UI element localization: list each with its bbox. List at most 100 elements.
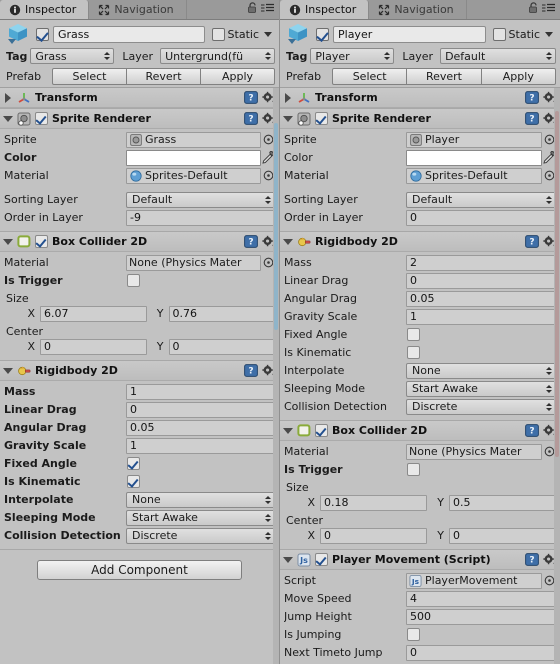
lock-icon[interactable] [528, 2, 539, 17]
tag-dropdown[interactable]: Grass [30, 48, 115, 64]
layer-dropdown[interactable]: Default [440, 48, 556, 64]
hamburger-menu-icon[interactable] [261, 3, 275, 16]
field-input[interactable]: 0 [406, 209, 556, 226]
static-checkbox[interactable] [492, 27, 506, 41]
object-name-field[interactable]: Grass [53, 25, 205, 43]
scrollbar-thumb[interactable] [555, 111, 559, 457]
component-header[interactable]: Sprite Renderer? [0, 109, 279, 129]
tab-navigation[interactable]: Navigation [369, 0, 467, 19]
component-header[interactable]: Rigidbody 2D? [280, 232, 560, 252]
field-checkbox[interactable] [407, 328, 420, 341]
object-enabled-checkbox[interactable] [36, 27, 49, 41]
field-dropdown[interactable]: Start Awake [126, 509, 275, 526]
color-swatch-field[interactable] [126, 149, 261, 166]
foldout-expanded-icon[interactable] [3, 367, 13, 374]
field-dropdown[interactable]: Discrete [406, 398, 556, 415]
y-input[interactable]: 0.5 [449, 494, 556, 511]
object-reference-field[interactable]: None (Physics Mater [126, 254, 261, 271]
field-input[interactable]: 1 [406, 308, 556, 325]
object-enabled-checkbox[interactable] [316, 27, 329, 41]
prefab-revert-button[interactable]: Revert [407, 67, 482, 85]
help-icon[interactable]: ? [525, 112, 539, 126]
field-dropdown[interactable]: Start Awake [406, 380, 556, 397]
field-input[interactable]: 0 [406, 644, 556, 661]
help-icon[interactable]: ? [525, 235, 539, 249]
help-icon[interactable]: ? [244, 112, 258, 126]
component-header[interactable]: Box Collider 2D? [0, 232, 279, 252]
field-input[interactable]: 500 [406, 608, 556, 625]
vertical-scrollbar[interactable] [554, 88, 560, 664]
foldout-expanded-icon[interactable] [283, 115, 293, 122]
scrollbar-thumb[interactable] [274, 122, 278, 330]
static-dropdown-caret[interactable] [545, 31, 553, 37]
help-icon[interactable]: ? [525, 424, 539, 438]
prefab-select-button[interactable]: Select [332, 67, 408, 85]
tab-navigation[interactable]: Navigation [89, 0, 187, 19]
field-input[interactable]: 1 [126, 383, 275, 400]
object-reference-field[interactable]: Js PlayerMovement [406, 572, 542, 589]
field-checkbox[interactable] [127, 457, 140, 470]
component-header[interactable]: Transform? [280, 88, 560, 108]
field-dropdown[interactable]: None [126, 491, 275, 508]
x-input[interactable]: 6.07 [40, 305, 147, 322]
field-input[interactable]: 4 [406, 590, 556, 607]
add-component-button[interactable]: Add Component [37, 560, 242, 580]
prefab-apply-button[interactable]: Apply [481, 67, 556, 85]
field-input[interactable]: 0 [406, 272, 556, 289]
field-dropdown[interactable]: Discrete [126, 527, 275, 544]
field-input[interactable]: 1 [126, 437, 275, 454]
foldout-expanded-icon[interactable] [283, 238, 293, 245]
static-checkbox[interactable] [211, 27, 225, 41]
field-checkbox[interactable] [127, 475, 140, 488]
field-dropdown[interactable]: Default [126, 191, 275, 208]
field-dropdown[interactable]: None [406, 362, 556, 379]
field-checkbox[interactable] [407, 628, 420, 641]
field-checkbox[interactable] [407, 346, 420, 359]
hamburger-menu-icon[interactable] [542, 3, 556, 16]
x-input[interactable]: 0 [40, 338, 147, 355]
component-enabled-checkbox[interactable] [35, 112, 48, 125]
x-input[interactable]: 0.18 [320, 494, 427, 511]
object-reference-field[interactable]: Grass [126, 131, 261, 148]
object-reference-field[interactable]: None (Physics Mater [406, 443, 542, 460]
tag-dropdown[interactable]: Player [310, 48, 395, 64]
help-icon[interactable]: ? [244, 235, 258, 249]
foldout-expanded-icon[interactable] [3, 115, 13, 122]
tab-inspector[interactable]: Inspector [0, 0, 90, 19]
component-enabled-checkbox[interactable] [35, 235, 48, 248]
object-name-field[interactable]: Player [333, 25, 486, 43]
field-checkbox[interactable] [127, 274, 140, 287]
component-header[interactable]: Transform? [0, 88, 279, 108]
object-reference-field[interactable]: Sprites-Default [126, 167, 261, 184]
object-reference-field[interactable]: Player [406, 131, 542, 148]
y-input[interactable]: 0 [449, 527, 556, 544]
component-enabled-checkbox[interactable] [315, 112, 328, 125]
object-reference-field[interactable]: Sprites-Default [406, 167, 542, 184]
help-icon[interactable]: ? [244, 364, 258, 378]
field-input[interactable]: 0.05 [126, 419, 275, 436]
field-checkbox[interactable] [407, 463, 420, 476]
foldout-collapsed-icon[interactable] [5, 92, 11, 103]
prefab-select-button[interactable]: Select [52, 67, 127, 85]
static-dropdown-caret[interactable] [264, 31, 272, 37]
lock-icon[interactable] [247, 2, 258, 17]
component-header[interactable]: Sprite Renderer? [280, 109, 560, 129]
prefab-revert-button[interactable]: Revert [127, 67, 201, 85]
prefab-apply-button[interactable]: Apply [201, 67, 275, 85]
field-input[interactable]: 0 [126, 401, 275, 418]
vertical-scrollbar[interactable] [273, 88, 279, 664]
tab-inspector[interactable]: Inspector [280, 0, 370, 19]
x-input[interactable]: 0 [320, 527, 427, 544]
foldout-collapsed-icon[interactable] [285, 92, 291, 103]
help-icon[interactable]: ? [525, 553, 539, 567]
foldout-expanded-icon[interactable] [283, 556, 293, 563]
component-enabled-checkbox[interactable] [315, 424, 328, 437]
component-header[interactable]: Box Collider 2D? [280, 421, 560, 441]
y-input[interactable]: 0 [168, 338, 275, 355]
field-input[interactable]: -9 [126, 209, 275, 226]
foldout-expanded-icon[interactable] [3, 238, 13, 245]
component-header[interactable]: Rigidbody 2D? [0, 361, 279, 381]
help-icon[interactable]: ? [244, 91, 258, 105]
component-enabled-checkbox[interactable] [315, 553, 328, 566]
y-input[interactable]: 0.76 [168, 305, 275, 322]
